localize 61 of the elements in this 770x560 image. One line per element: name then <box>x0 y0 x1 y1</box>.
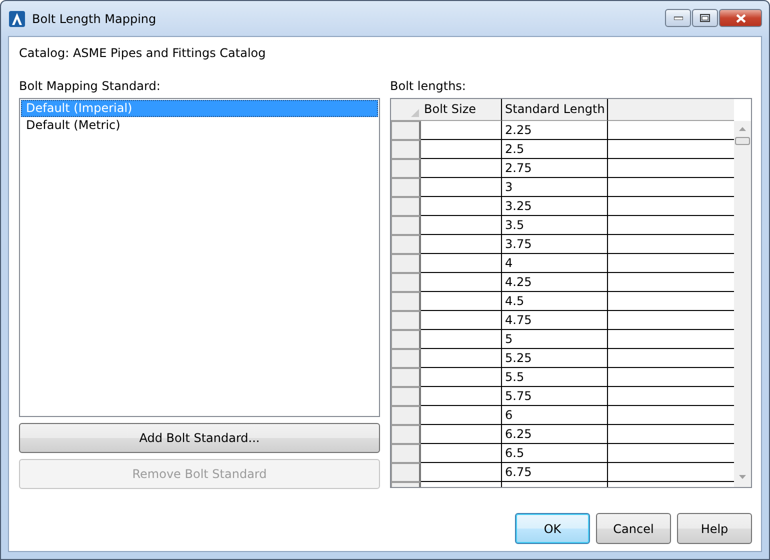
table-cell: 5.75 <box>502 387 608 406</box>
row-header[interactable] <box>391 387 421 406</box>
row-header[interactable] <box>391 235 421 254</box>
scroll-up-icon[interactable] <box>739 127 746 131</box>
corner-icon <box>411 109 419 117</box>
row-header[interactable] <box>391 197 421 216</box>
row-header[interactable] <box>391 273 421 292</box>
row-header[interactable] <box>391 254 421 273</box>
scroll-thumb[interactable] <box>735 137 750 145</box>
table-cell: 5.25 <box>502 349 608 368</box>
row-header[interactable] <box>391 311 421 330</box>
table-cell: 3.25 <box>502 197 608 216</box>
table-cell: 4 <box>502 254 608 273</box>
row-header[interactable] <box>391 368 421 387</box>
row-header[interactable] <box>391 330 421 349</box>
column-header[interactable]: Standard Length <box>502 99 608 121</box>
close-button[interactable] <box>719 9 762 27</box>
table-cell: 6.25 <box>502 425 608 444</box>
minimize-button[interactable] <box>665 9 691 27</box>
catalog-label: Catalog: ASME Pipes and Fittings Catalog <box>19 46 267 60</box>
table-cell: 2.5 <box>502 140 608 159</box>
window-title: Bolt Length Mapping <box>32 12 158 26</box>
list-item[interactable]: Default (Metric) <box>21 117 378 134</box>
row-header[interactable] <box>391 159 421 178</box>
table-cell: 2.25 <box>502 121 608 140</box>
close-icon <box>736 14 746 22</box>
standard-list-label: Bolt Mapping Standard: <box>19 79 162 93</box>
row-header[interactable] <box>391 349 421 368</box>
dialog-button[interactable]: Cancel <box>596 513 671 544</box>
table-cell: 4.25 <box>502 273 608 292</box>
row-header[interactable] <box>391 178 421 197</box>
row-header[interactable] <box>391 140 421 159</box>
table-cell: 6 <box>502 406 608 425</box>
table-cell: 3 <box>502 178 608 197</box>
table-cell: 4.5 <box>502 292 608 311</box>
row-header[interactable] <box>391 216 421 235</box>
table-cell: 5 <box>502 330 608 349</box>
table-cell: 3.75 <box>502 235 608 254</box>
row-header[interactable] <box>391 444 421 463</box>
row-header[interactable] <box>391 425 421 444</box>
maximize-button[interactable] <box>692 9 718 27</box>
minimize-icon <box>674 16 682 20</box>
table-cell: 3.5 <box>502 216 608 235</box>
table-cell: 6.5 <box>502 444 608 463</box>
table-cell: 6.75 <box>502 463 608 482</box>
maximize-icon <box>700 14 710 22</box>
row-header[interactable] <box>391 292 421 311</box>
table-cell: 5.5 <box>502 368 608 387</box>
table-cell: 2.75 <box>502 159 608 178</box>
row-header[interactable] <box>391 406 421 425</box>
row-header[interactable] <box>391 121 421 140</box>
scrollbar[interactable] <box>734 121 751 487</box>
dialog-button[interactable]: Help <box>677 513 752 544</box>
column-header[interactable]: Bolt Size <box>421 99 502 121</box>
grid-label: Bolt lengths: <box>390 79 467 93</box>
scroll-down-icon[interactable] <box>739 475 746 479</box>
table-cell: 4.75 <box>502 311 608 330</box>
app-logo-icon <box>9 10 25 26</box>
row-header[interactable] <box>391 463 421 482</box>
dialog-button[interactable]: OK <box>515 513 590 544</box>
add-button[interactable]: Add Bolt Standard... <box>19 423 380 453</box>
